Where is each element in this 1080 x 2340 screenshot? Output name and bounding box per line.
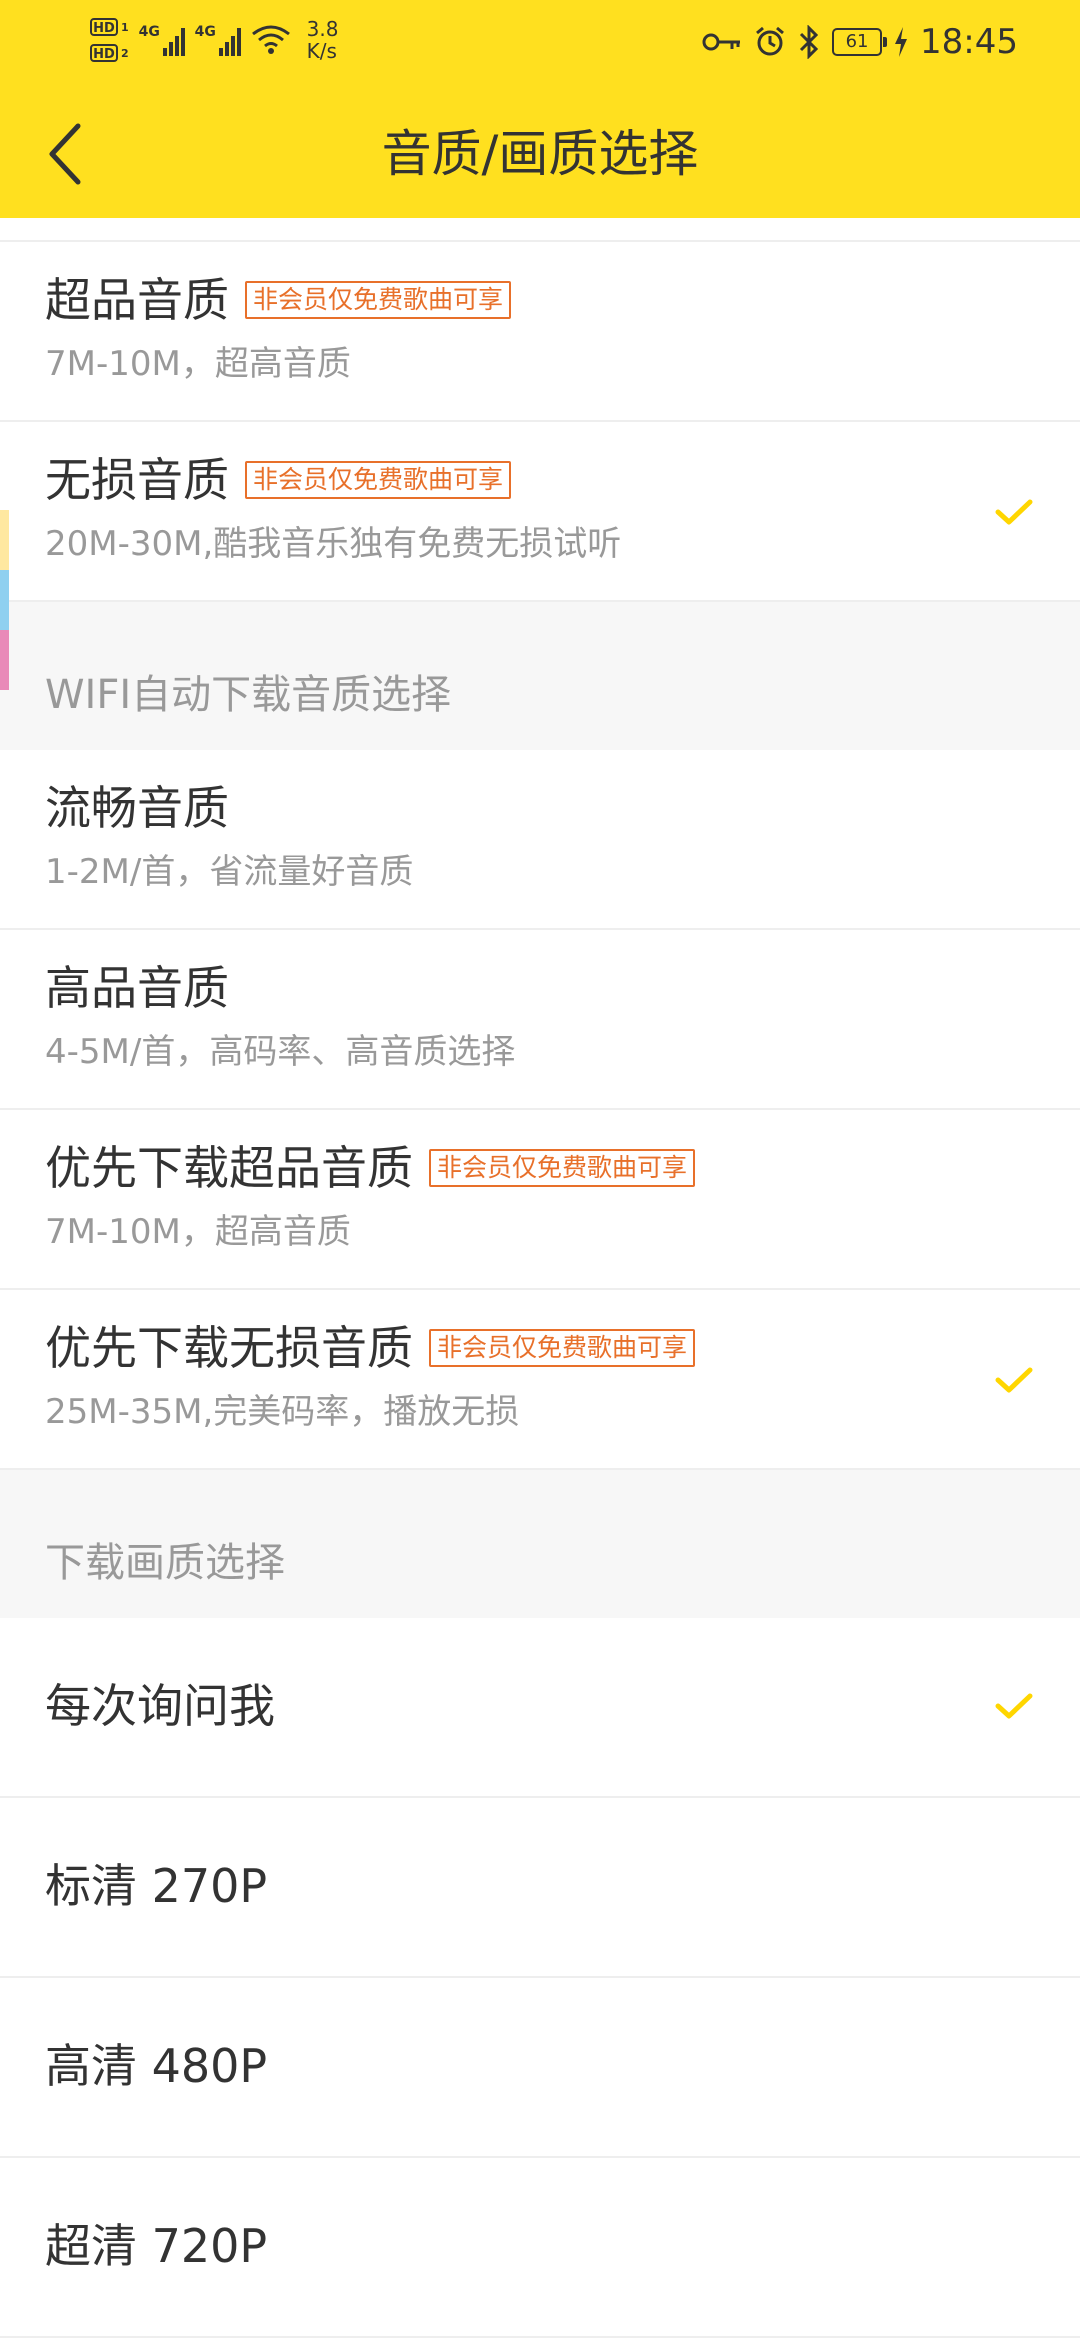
option-title: 优先下载超品音质: [45, 1141, 413, 1195]
battery-icon: 61: [832, 28, 888, 56]
option-title: 优先下载无损音质: [45, 1321, 413, 1375]
option-title: 无损音质: [45, 453, 229, 507]
settings-list: 超品音质 非会员仅免费歌曲可享 7M-10M，超高音质 无损音质 非会员仅免费歌…: [0, 218, 1080, 2338]
option-smooth-quality[interactable]: 流畅音质 1-2M/首，省流量好音质: [0, 750, 1080, 930]
top-bar: HD 1 HD 2 4G 4G 3.8 K/s 61 18:45 音质/画质选择: [0, 0, 1080, 218]
checkmark-icon: [995, 499, 1033, 525]
option-title-wrap: 优先下载超品音质 非会员仅免费歌曲可享: [45, 1138, 696, 1198]
hd-indicators: HD 1 HD 2: [90, 18, 129, 62]
hd2-sub: 2: [121, 46, 129, 60]
section-wifi-download: WIFI自动下载音质选择: [0, 602, 1080, 750]
option-super-quality[interactable]: 超品音质 非会员仅免费歌曲可享 7M-10M，超高音质: [0, 242, 1080, 422]
vip-badge: 非会员仅免费歌曲可享: [429, 1149, 696, 1187]
hd1-indicator: HD 1: [90, 18, 129, 36]
section-title: 下载画质选择: [45, 1540, 285, 1586]
option-title-wrap: 每次询问我: [45, 1676, 275, 1736]
hd2-indicator: HD 2: [90, 44, 129, 62]
key-icon: [702, 33, 741, 51]
option-lossless-quality[interactable]: 无损音质 非会员仅免费歌曲可享 20M-30M,酷我音乐独有免费无损试听: [0, 422, 1080, 602]
network-type-2: 4G: [194, 24, 216, 40]
speed-unit: K/s: [306, 39, 337, 63]
alarm-icon: [756, 26, 784, 56]
option-title-wrap: 超品音质 非会员仅免费歌曲可享: [45, 270, 512, 330]
signal-1-icon: 4G: [139, 24, 185, 56]
option-subtitle: 7M-10M，超高音质: [45, 1212, 351, 1252]
option-subtitle: 20M-30M,酷我音乐独有免费无损试听: [45, 524, 622, 564]
option-high-quality[interactable]: 高品音质 4-5M/首，高码率、高音质选择: [0, 930, 1080, 1110]
hd2-label: HD: [90, 44, 118, 62]
option-shd-720p[interactable]: 超清 720P: [0, 2158, 1080, 2338]
option-ask-every-time[interactable]: 每次询问我: [0, 1618, 1080, 1798]
status-left: HD 1 HD 2 4G 4G 3.8 K/s: [90, 10, 338, 70]
hd1-sub: 1: [121, 20, 129, 34]
option-title-wrap: 无损音质 非会员仅免费歌曲可享: [45, 450, 512, 510]
option-title-wrap: 流畅音质: [45, 778, 229, 838]
wifi-icon: [251, 25, 290, 54]
network-speed: 3.8 K/s: [307, 18, 339, 62]
signal-2-icon: 4G: [195, 24, 241, 56]
option-subtitle: 1-2M/首，省流量好音质: [45, 852, 414, 892]
section-title: WIFI自动下载音质选择: [45, 672, 452, 718]
bluetooth-icon: [799, 25, 819, 59]
speed-value: 3.8: [306, 17, 339, 41]
option-subtitle: 7M-10M，超高音质: [45, 344, 351, 384]
option-title: 超清 720P: [45, 2219, 268, 2273]
option-sd-270p[interactable]: 标清 270P: [0, 1798, 1080, 1978]
status-right: 61 18:45: [702, 20, 1018, 64]
option-title: 超品音质: [45, 273, 229, 327]
option-prefer-super-quality[interactable]: 优先下载超品音质 非会员仅免费歌曲可享 7M-10M，超高音质: [0, 1110, 1080, 1290]
floating-side-handle[interactable]: [0, 510, 9, 690]
vip-badge: 非会员仅免费歌曲可享: [245, 461, 512, 499]
page-title: 音质/画质选择: [381, 125, 699, 183]
option-prefer-lossless-quality[interactable]: 优先下载无损音质 非会员仅免费歌曲可享 25M-35M,完美码率，播放无损: [0, 1290, 1080, 1470]
charging-icon: [895, 27, 908, 57]
nav-header: 音质/画质选择: [0, 90, 1080, 218]
hd1-label: HD: [90, 18, 118, 36]
option-title-wrap: 标清 270P: [45, 1856, 267, 1916]
battery-level: 61: [845, 31, 869, 52]
option-subtitle: 4-5M/首，高码率、高音质选择: [45, 1032, 516, 1072]
checkmark-icon: [995, 1693, 1033, 1719]
network-type-1: 4G: [138, 24, 160, 40]
clock: 18:45: [920, 22, 1018, 62]
option-title: 高清 480P: [45, 2039, 268, 2093]
option-title-wrap: 超清 720P: [45, 2216, 267, 2276]
option-hd-480p[interactable]: 高清 480P: [0, 1978, 1080, 2158]
option-title-wrap: 优先下载无损音质 非会员仅免费歌曲可享: [45, 1318, 696, 1378]
option-title: 每次询问我: [45, 1679, 275, 1733]
option-title-wrap: 高清 480P: [45, 2036, 267, 2096]
status-bar: HD 1 HD 2 4G 4G 3.8 K/s 61 18:45: [0, 0, 1080, 90]
option-title: 高品音质: [45, 961, 229, 1015]
option-title: 流畅音质: [45, 781, 229, 835]
checkmark-icon: [995, 1367, 1033, 1393]
vip-badge: 非会员仅免费歌曲可享: [245, 281, 512, 319]
option-title-wrap: 高品音质: [45, 958, 229, 1018]
option-subtitle: 25M-35M,完美码率，播放无损: [45, 1392, 520, 1432]
section-video-download: 下载画质选择: [0, 1470, 1080, 1618]
option-title: 标清 270P: [45, 1859, 268, 1913]
vip-badge: 非会员仅免费歌曲可享: [429, 1329, 696, 1367]
list-top-sliver: [0, 218, 1080, 242]
